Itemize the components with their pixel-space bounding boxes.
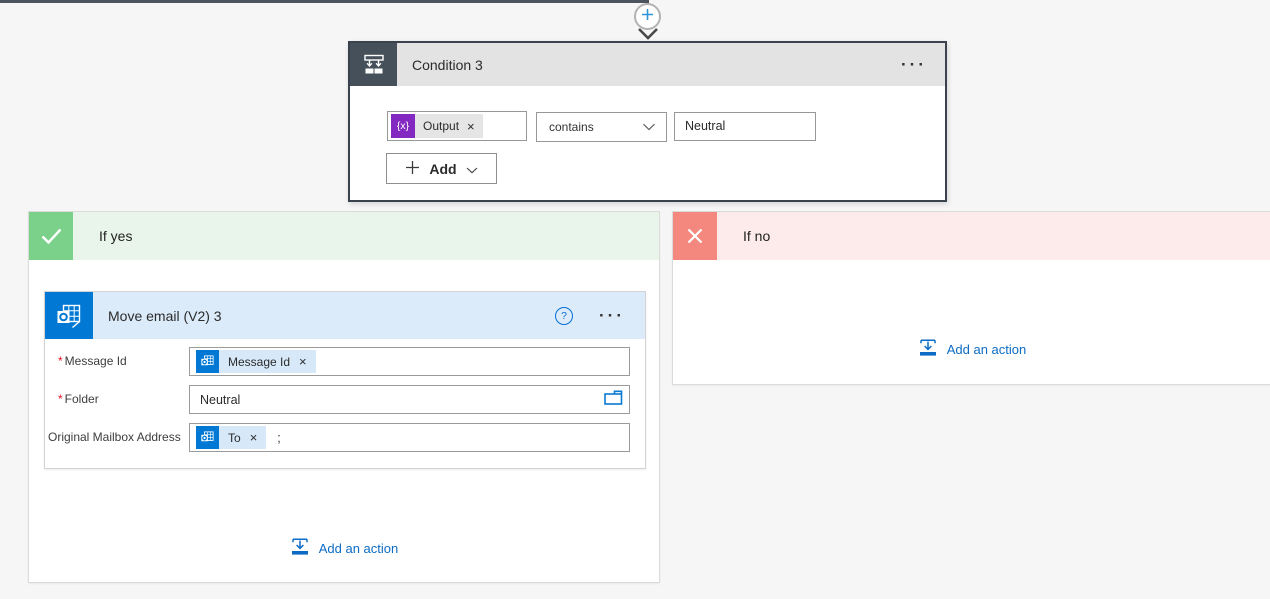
condition-card-header[interactable]: Condition 3 ··· xyxy=(350,43,945,86)
folder-value: Neutral xyxy=(200,393,240,407)
condition-value-input[interactable]: Neutral xyxy=(674,112,816,141)
original-mailbox-input[interactable]: To × ; xyxy=(189,423,630,452)
action-card-move-email: Move email (V2) 3 ? ··· *Message Id xyxy=(44,291,646,469)
condition-title: Condition 3 xyxy=(412,57,901,73)
token-label: To xyxy=(228,431,241,445)
check-icon xyxy=(29,212,73,260)
condition-operand-input[interactable]: {x} Output × xyxy=(387,111,527,141)
condition-card: Condition 3 ··· {x} Output × contains Ne… xyxy=(348,41,947,202)
x-icon xyxy=(673,212,717,260)
action-menu-button[interactable]: ··· xyxy=(599,307,625,324)
if-yes-label: If yes xyxy=(99,228,132,244)
add-action-icon xyxy=(290,537,310,560)
expression-icon: {x} xyxy=(391,114,415,138)
remove-token-button[interactable]: × xyxy=(467,119,475,134)
outlook-icon xyxy=(196,426,219,449)
chevron-down-icon xyxy=(466,161,478,177)
if-yes-header[interactable]: If yes xyxy=(29,212,659,260)
add-action-link[interactable]: Add an action xyxy=(29,537,659,560)
remove-token-button[interactable]: × xyxy=(250,430,258,445)
if-no-label: If no xyxy=(743,228,770,244)
output-token-chip[interactable]: {x} Output × xyxy=(391,114,483,138)
field-label-folder: *Folder xyxy=(58,385,99,414)
operator-value: contains xyxy=(549,120,594,134)
outlook-icon xyxy=(196,350,219,373)
add-action-icon xyxy=(918,338,938,361)
flow-designer-canvas: Condition 3 ··· {x} Output × contains Ne… xyxy=(0,0,1270,599)
add-button-label: Add xyxy=(429,161,456,177)
if-yes-branch: If yes Move email (V2) 3 ? xyxy=(28,211,660,583)
action-title: Move email (V2) 3 xyxy=(108,308,555,324)
add-action-label: Add an action xyxy=(319,541,399,556)
field-label-original-mailbox: Original Mailbox Address xyxy=(48,423,181,452)
to-token-chip[interactable]: To × xyxy=(196,426,266,449)
condition-icon xyxy=(350,43,397,86)
if-no-header[interactable]: If no xyxy=(673,212,1270,260)
help-button[interactable]: ? xyxy=(555,307,573,325)
plus-icon xyxy=(405,160,420,178)
remove-token-button[interactable]: × xyxy=(299,354,307,369)
condition-menu-button[interactable]: ··· xyxy=(901,56,927,73)
token-label: Output xyxy=(423,119,459,133)
add-action-link[interactable]: Add an action xyxy=(673,338,1270,361)
token-label: Message Id xyxy=(228,355,290,369)
field-label-message-id: *Message Id xyxy=(58,347,127,376)
outlook-icon xyxy=(45,292,93,339)
folder-input[interactable]: Neutral xyxy=(189,385,630,414)
folder-picker-button[interactable] xyxy=(604,390,623,410)
add-action-label: Add an action xyxy=(947,342,1027,357)
message-id-token-chip[interactable]: Message Id × xyxy=(196,350,316,373)
message-id-input[interactable]: Message Id × xyxy=(189,347,630,376)
insert-action-button[interactable] xyxy=(634,3,661,30)
scope-edge-line xyxy=(0,0,649,3)
condition-operator-select[interactable]: contains xyxy=(536,112,667,142)
plus-icon xyxy=(641,8,654,26)
action-card-header[interactable]: Move email (V2) 3 ? ··· xyxy=(45,292,645,339)
if-no-branch: If no Add an action xyxy=(672,211,1270,385)
folder-icon xyxy=(604,390,623,410)
input-suffix-text: ; xyxy=(277,431,280,445)
add-condition-button[interactable]: Add xyxy=(386,153,497,184)
chevron-down-icon xyxy=(642,120,656,134)
